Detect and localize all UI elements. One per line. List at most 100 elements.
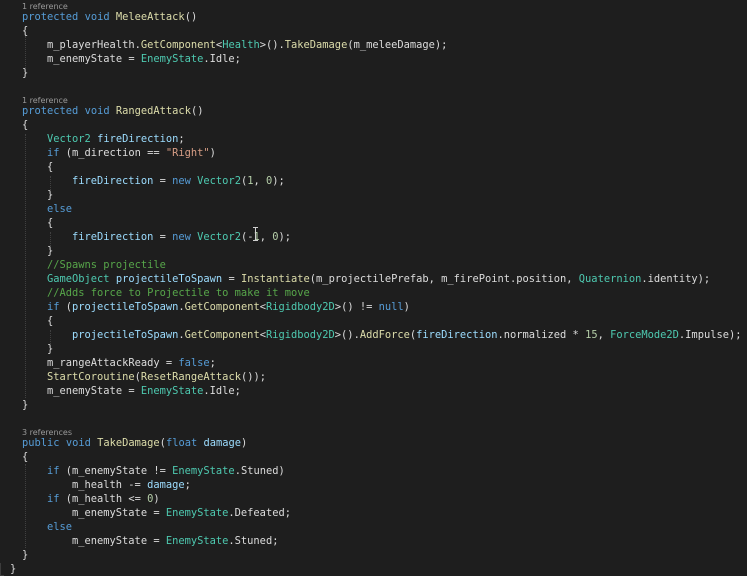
code-token: = (222, 273, 241, 285)
code-token: public (22, 437, 60, 449)
code-line[interactable]: m_enemyState = EnemyState.Idle; (47, 384, 241, 398)
code-token: AddForce (359, 329, 410, 341)
code-line[interactable]: m_enemyState = EnemyState.Defeated; (72, 506, 291, 520)
code-line[interactable]: else (47, 520, 72, 534)
code-token: ); (278, 231, 292, 243)
code-token: else (47, 521, 73, 533)
code-line[interactable]: m_enemyState = EnemyState.Idle; (47, 52, 241, 66)
code-line[interactable]: StartCoroutine(ResetRangeAttack()); (47, 370, 266, 384)
code-token: { (47, 315, 54, 327)
code-token: fireDirection (72, 231, 154, 243)
code-line[interactable]: if (projectileToSpawn.GetComponent<Rigid… (47, 300, 410, 314)
code-token: (m_direction == (59, 147, 166, 159)
code-token: m_enemyState = (72, 507, 166, 519)
code-line[interactable]: { (22, 118, 28, 132)
code-token: Vector2 (197, 231, 241, 243)
code-line[interactable]: fireDirection = new Vector2(1, 0); (72, 174, 285, 188)
code-token: } (22, 67, 29, 79)
code-line[interactable]: m_rangeAttackReady = false; (47, 356, 216, 370)
code-token: { (22, 451, 29, 463)
code-token: EnemyState (172, 465, 235, 477)
code-line[interactable]: if (m_direction == "Right") (47, 146, 216, 160)
code-token: false (178, 357, 210, 369)
code-token: >(). (259, 39, 285, 51)
code-token: .identity); (641, 273, 711, 285)
code-token: fireDirection (416, 329, 498, 341)
code-line[interactable]: //Spawns projectile (47, 258, 166, 272)
code-token: .Stuned; (228, 535, 279, 547)
code-token: Instantiate (240, 273, 310, 285)
code-token: if (47, 301, 60, 313)
code-line[interactable]: } (22, 548, 28, 562)
code-token: Rigidbody2D (265, 329, 335, 341)
code-token: Health (222, 39, 260, 51)
code-line[interactable]: } (22, 66, 28, 80)
code-token: , (259, 231, 273, 243)
code-line[interactable]: if (m_health <= 0) (47, 492, 160, 506)
text-cursor (253, 227, 258, 241)
code-line[interactable]: protected void RangedAttack() (22, 104, 203, 118)
code-line[interactable]: GameObject projectileToSpawn = Instantia… (47, 272, 710, 286)
code-line[interactable]: protected void MeleeAttack() (22, 10, 197, 24)
code-token: >(). (334, 329, 360, 341)
code-token: Quaternion (578, 273, 642, 285)
code-line[interactable]: fireDirection = new Vector2(-1, 0); (72, 230, 291, 244)
code-token: ()); (240, 371, 266, 383)
code-line[interactable]: { (47, 314, 53, 328)
code-token: EnemyState (140, 385, 204, 397)
code-token: StartCoroutine (47, 371, 135, 383)
code-line[interactable]: { (22, 450, 28, 464)
code-token: { (47, 161, 54, 173)
code-line[interactable]: projectileToSpawn.GetComponent<Rigidbody… (72, 328, 741, 342)
indent-guide (25, 134, 26, 398)
code-token: "Right" (165, 147, 210, 159)
code-line[interactable]: m_enemyState = EnemyState.Stuned; (72, 534, 278, 548)
code-line[interactable]: if (m_enemyState != EnemyState.Stuned) (47, 464, 285, 478)
code-token: void (84, 105, 110, 117)
code-token: void (65, 437, 91, 449)
code-token: ) (153, 493, 160, 505)
code-line[interactable]: //Adds force to Projectile to make it mo… (47, 286, 310, 300)
code-token: { (22, 25, 29, 37)
code-line[interactable]: else (47, 202, 72, 216)
code-token: damage (147, 479, 185, 491)
code-token: (m_projectilePrefab, m_firePoint.positio… (309, 273, 579, 285)
code-line[interactable]: { (22, 24, 28, 38)
code-line[interactable]: { (47, 160, 53, 174)
code-token: EnemyState (140, 53, 204, 65)
code-line[interactable]: m_playerHealth.GetComponent<Health>().Ta… (47, 38, 447, 52)
code-token: = (153, 231, 173, 243)
code-token: ForceMode2D (610, 329, 679, 341)
code-line[interactable]: } (47, 342, 53, 356)
code-token: protected (22, 11, 79, 23)
code-token: //Adds force to Projectile to make it mo… (47, 287, 310, 299)
code-token: } (47, 245, 54, 257)
code-line[interactable]: } (22, 398, 28, 412)
indent-guide (25, 464, 26, 548)
code-token: .Idle; (203, 385, 241, 397)
code-line[interactable]: public void TakeDamage(float damage) (22, 436, 247, 450)
code-editor[interactable]: 1 reference protected void MeleeAttack(){… (0, 0, 747, 576)
code-line[interactable]: } (47, 188, 53, 202)
code-token: } (10, 563, 17, 575)
code-token: .Defeated; (228, 507, 291, 519)
code-token: TakeDamage (284, 39, 348, 51)
code-token: () (190, 105, 204, 117)
code-token: m_playerHealth. (47, 39, 141, 51)
code-token: m_enemyState = (47, 53, 141, 65)
code-token: protected (22, 105, 79, 117)
code-token: m_rangeAttackReady = (47, 357, 179, 369)
indent-guide (25, 36, 26, 68)
code-token: .Stuned) (234, 465, 285, 477)
code-token: } (22, 549, 29, 561)
code-line[interactable]: } (10, 562, 16, 576)
code-line[interactable]: Vector2 fireDirection; (47, 132, 185, 146)
code-token: ) (209, 147, 216, 159)
code-line[interactable]: m_health -= damage; (72, 478, 191, 492)
code-token: projectileToSpawn (115, 273, 223, 285)
code-line[interactable]: { (47, 216, 53, 230)
code-token: (m_enemyState != (59, 465, 173, 477)
code-token: new (172, 175, 191, 187)
code-line[interactable]: } (47, 244, 53, 258)
code-token: if (47, 147, 60, 159)
